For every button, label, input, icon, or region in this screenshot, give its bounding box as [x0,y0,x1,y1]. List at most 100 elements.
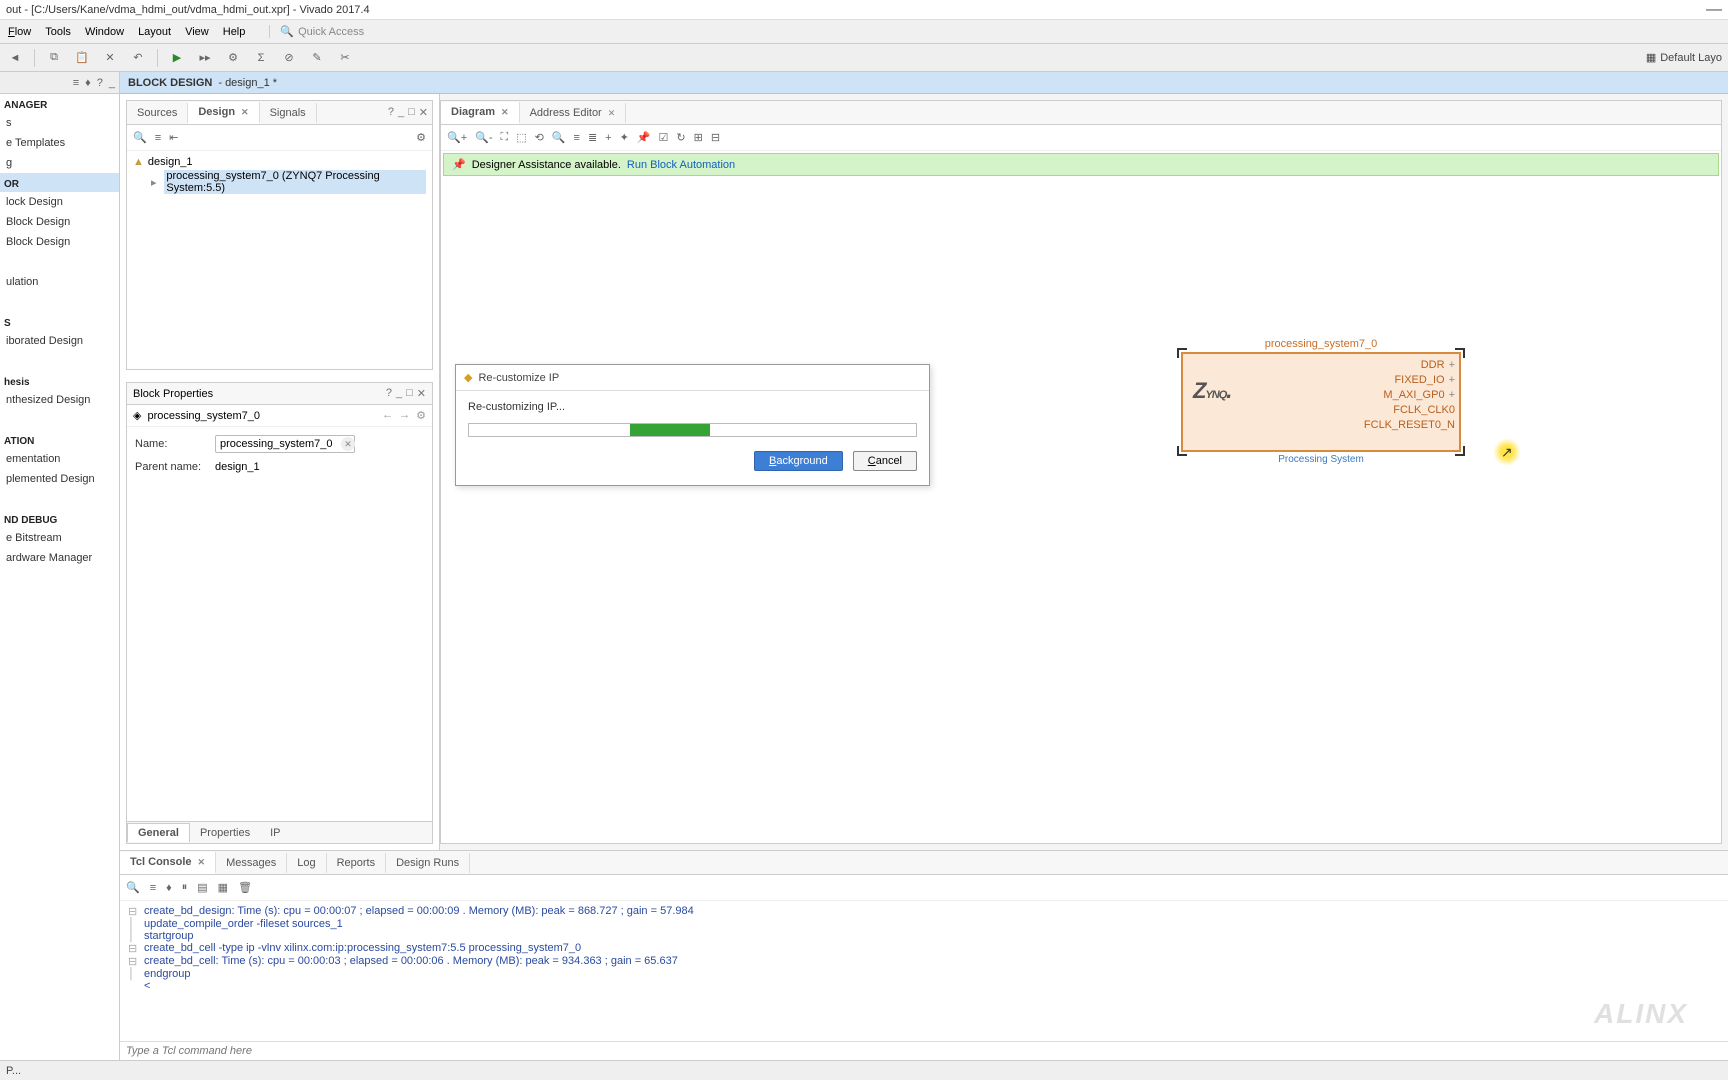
search-icon[interactable]: 🔍 [133,131,147,144]
menu-view[interactable]: View [185,26,209,38]
search-icon[interactable]: 🔍 [126,881,140,894]
minimize-button[interactable]: — [1706,1,1722,19]
menu-layout[interactable]: Layout [138,26,171,38]
group-icon[interactable]: ⊞ [694,131,703,144]
tab-address-editor[interactable]: Address Editor✕ [520,103,627,123]
help-icon[interactable]: ? [388,106,394,119]
zoom-out-icon[interactable]: 🔍- [475,131,492,144]
sigma-button[interactable]: Σ [252,49,270,67]
regroup-icon[interactable]: ⊟ [711,131,720,144]
back-button[interactable]: ◄ [6,49,24,67]
tcl-command-input[interactable] [126,1045,1722,1057]
tab-general[interactable]: General [127,823,190,842]
gear-icon[interactable]: ⚙ [416,131,426,144]
edit-button[interactable]: ✎ [308,49,326,67]
maximize-icon[interactable]: □ [408,106,415,119]
ip-block-ps7[interactable]: processing_system7_0 ZYNQ. DDR+ FIXED_IO… [1181,338,1461,465]
menu-flow[interactable]: Flow [8,26,31,38]
diagram-canvas[interactable]: processing_system7_0 ZYNQ. DDR+ FIXED_IO… [441,178,1721,843]
console-output[interactable]: ⊟create_bd_design: Time (s): cpu = 00:00… [120,901,1728,1041]
refresh-icon[interactable]: ⟲ [535,131,544,144]
nav-item[interactable]: lock Design [0,192,119,212]
tab-design[interactable]: Design✕ [188,102,259,124]
gear-icon[interactable]: ⚙ [416,409,426,422]
minimize-panel-icon[interactable]: _ [109,77,115,89]
ip-port[interactable]: FIXED_IO+ [1364,373,1455,388]
run-block-automation-link[interactable]: Run Block Automation [627,159,735,171]
check-icon[interactable]: ☑ [659,131,669,144]
undo-button[interactable]: ↶ [129,49,147,67]
filter-icon[interactable]: ≡ [150,882,156,894]
tab-properties[interactable]: Properties [190,824,260,842]
collapse-icon[interactable]: ≡ [73,77,79,89]
grid-icon[interactable]: ▦ [218,881,228,894]
help-icon[interactable]: ? [386,387,392,400]
prev-button[interactable]: ← [382,409,393,422]
close-icon[interactable]: ✕ [419,106,428,119]
tab-signals[interactable]: Signals [260,103,317,123]
nav-item[interactable]: e Bitstream [0,528,119,548]
tab-ip[interactable]: IP [260,824,290,842]
reload-icon[interactable]: ↻ [676,131,685,144]
minimize-icon[interactable]: _ [398,106,404,119]
ip-port[interactable]: DDR+ [1364,358,1455,373]
run-button[interactable]: ▶ [168,49,186,67]
tab-reports[interactable]: Reports [327,853,387,873]
design-tree[interactable]: ▲ design_1 ▸ processing_system7_0 (ZYNQ7… [127,151,432,369]
collapse-icon[interactable]: ♦ [166,882,172,894]
nav-item[interactable]: s [0,113,119,133]
maximize-icon[interactable]: □ [406,387,413,400]
add-icon[interactable]: + [605,132,611,144]
nav-item[interactable]: ementation [0,449,119,469]
ip-port[interactable]: FCLK_RESET0_N [1364,418,1455,433]
pause-icon[interactable]: ⏸ [182,881,188,894]
close-icon[interactable]: ✕ [417,387,426,400]
pin-icon[interactable]: 📌 [637,131,651,144]
clear-icon[interactable]: ✕ [341,437,355,451]
tab-design-runs[interactable]: Design Runs [386,853,470,873]
wand-icon[interactable]: ✦ [620,131,629,144]
step-button[interactable]: ▸▸ [196,49,214,67]
tab-sources[interactable]: Sources [127,103,188,123]
fit-icon[interactable]: ⛶ [500,131,508,144]
search-icon[interactable]: 🔍 [552,131,566,144]
cut-button[interactable]: ✕ [101,49,119,67]
ip-port[interactable]: M_AXI_GP0+ [1364,388,1455,403]
cancel-run-button[interactable]: ⊘ [280,49,298,67]
layout-selector[interactable]: ▦ Default Layo [1646,51,1722,64]
help-icon[interactable]: ? [97,77,103,89]
tree-item[interactable]: ▸ processing_system7_0 (ZYNQ7 Processing… [133,169,426,195]
tab-diagram[interactable]: Diagram✕ [441,102,520,124]
filter-icon[interactable]: ≡ [155,132,161,144]
menu-help[interactable]: Help [223,26,246,38]
scissors-button[interactable]: ✂ [336,49,354,67]
close-icon[interactable]: ✕ [501,107,509,117]
nav-item[interactable]: iborated Design [0,331,119,351]
nav-item[interactable]: ardware Manager [0,548,119,568]
tab-tcl-console[interactable]: Tcl Console✕ [120,852,216,874]
paste-button[interactable]: 📋 [73,49,91,67]
menu-tools[interactable]: Tools [45,26,71,38]
filter-icon[interactable]: ≡ [574,132,580,144]
cancel-button[interactable]: Cancel [853,451,917,471]
zoom-in-icon[interactable]: 🔍+ [447,131,467,144]
name-input[interactable] [215,435,355,453]
quick-access[interactable]: 🔍 Quick Access [269,25,364,38]
minimize-icon[interactable]: _ [396,387,402,400]
close-icon[interactable]: ✕ [241,107,249,117]
close-icon[interactable]: ✕ [608,108,616,118]
nav-item[interactable]: g [0,153,119,173]
nav-item[interactable]: Block Design [0,232,119,252]
nav-item-simulation[interactable]: ulation [0,272,119,292]
tab-messages[interactable]: Messages [216,853,287,873]
nav-item[interactable]: e Templates [0,133,119,153]
copy-button[interactable]: ⧉ [45,49,63,67]
list-icon[interactable]: ▤ [197,881,207,894]
nav-item[interactable]: nthesized Design [0,390,119,410]
expand-icon[interactable]: ♦ [85,77,91,89]
next-button[interactable]: → [399,409,410,422]
nav-item[interactable]: plemented Design [0,469,119,489]
tab-log[interactable]: Log [287,853,326,873]
ip-port[interactable]: FCLK_CLK0 [1364,403,1455,418]
chevron-right-icon[interactable]: ▸ [151,176,160,189]
